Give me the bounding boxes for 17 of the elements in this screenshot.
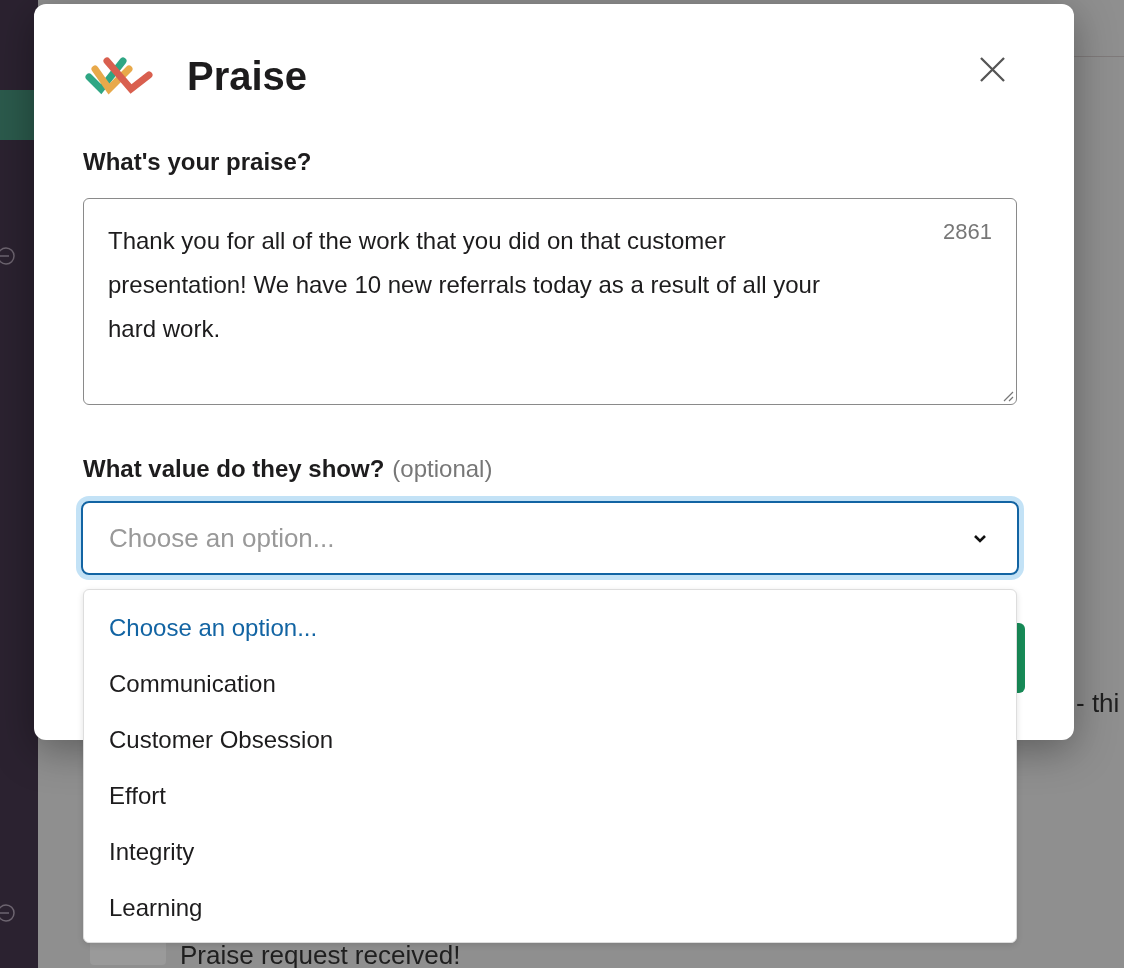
- close-icon[interactable]: [980, 56, 1005, 82]
- chevron-down-icon: [973, 533, 987, 543]
- option-item[interactable]: Learning: [84, 880, 1016, 936]
- field-label: What value do they show?: [83, 455, 385, 483]
- option-item[interactable]: Effort: [84, 768, 1016, 824]
- praise-input-field[interactable]: Thank you for all of the work that you did on that customer presentation! We have 10 new referrals today as a result of all your hard work. 2861: [83, 198, 1017, 405]
- optional-hint: (optional): [392, 455, 493, 483]
- character-counter: 2861: [943, 219, 992, 245]
- option-item[interactable]: Customer Obsession: [84, 712, 1016, 768]
- dialog-title: Praise: [187, 53, 308, 99]
- option-item[interactable]: Choose an option...: [84, 600, 1016, 656]
- message-text: - thi: [1076, 688, 1120, 719]
- praise-text: Thank you for all of the work that you did on that customer presentation! We have 10 new referrals today as a result of all your hard work.: [108, 226, 821, 344]
- field-label: What's your praise?: [83, 148, 313, 176]
- option-item[interactable]: Integrity: [84, 824, 1016, 880]
- option-item[interactable]: Communication: [84, 656, 1016, 712]
- resize-handle-icon[interactable]: [1002, 390, 1014, 402]
